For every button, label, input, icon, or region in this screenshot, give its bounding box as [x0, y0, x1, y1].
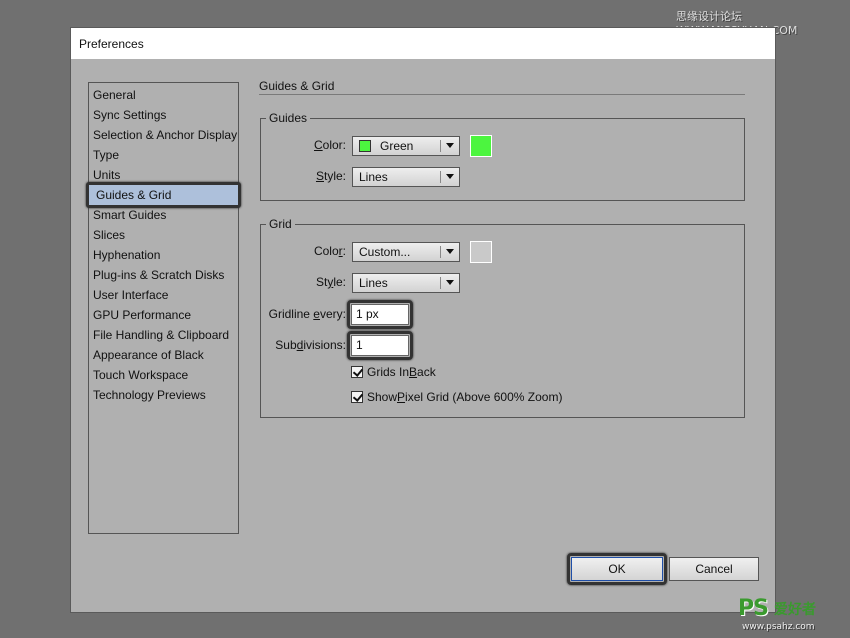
subdivisions-input[interactable]: 1	[351, 335, 409, 356]
label-text: Gridline	[268, 307, 314, 321]
label-text: olor:	[322, 138, 346, 152]
sidebar-item-touch-workspace[interactable]: Touch Workspace	[93, 365, 188, 385]
guides-group: Guides Color: Green Style: Lines	[260, 111, 745, 201]
guides-color-value: Green	[380, 139, 414, 153]
sidebar-item-slices[interactable]: Slices	[93, 225, 125, 245]
grid-color-label: Color:	[314, 244, 346, 258]
guides-legend: Guides	[266, 111, 311, 125]
watermark-bottom: PS 爱好者 www.psahz.com	[738, 596, 846, 636]
sidebar-item-technology-previews[interactable]: Technology Previews	[93, 385, 206, 405]
grids-in-back-checkbox[interactable]	[351, 366, 363, 378]
accel-key: S	[315, 169, 324, 183]
accel-key: e	[313, 307, 320, 321]
sidebar-item-appearance-of-black[interactable]: Appearance of Black	[93, 345, 204, 365]
watermark-logo: PS	[738, 596, 769, 621]
color-chip-icon	[359, 140, 371, 152]
show-pixel-grid-checkbox[interactable]	[351, 391, 363, 403]
sidebar-item-gpu-performance[interactable]: GPU Performance	[93, 305, 191, 325]
label-text: Colo	[313, 244, 339, 258]
preferences-dialog: Preferences General Sync Settings Select…	[70, 27, 776, 613]
grid-legend: Grid	[266, 217, 295, 231]
grid-color-select[interactable]: Custom...	[352, 242, 460, 262]
label-text: le:	[333, 275, 346, 289]
label-text: Sub	[275, 338, 297, 352]
grid-group: Grid Color: Custom... Style: Lines Gridl…	[260, 217, 745, 418]
sidebar-item-plugins-scratch-disks[interactable]: Plug-ins & Scratch Disks	[93, 265, 224, 285]
sidebar-item-general[interactable]: General	[93, 85, 136, 105]
show-pixel-grid-option[interactable]: Show Pixel Grid (Above 600% Zoom)	[351, 390, 562, 404]
sidebar-item-file-handling-clipboard[interactable]: File Handling & Clipboard	[93, 325, 229, 345]
sidebar-item-selection-anchor-display[interactable]: Selection & Anchor Display	[93, 125, 237, 145]
label-text: :	[342, 244, 346, 258]
grid-color-value: Custom...	[359, 245, 411, 259]
guides-color-swatch[interactable]	[470, 135, 492, 157]
label-text: ixel Grid (Above 600% Zoom)	[405, 390, 563, 404]
accel-key: P	[397, 390, 406, 404]
chevron-down-icon	[446, 174, 454, 179]
title-bar[interactable]: Preferences	[71, 28, 775, 59]
ok-button[interactable]: OK	[571, 557, 663, 581]
watermark-cn: 爱好者	[774, 602, 816, 618]
label-text: Show	[367, 390, 398, 404]
select-separator	[440, 246, 441, 258]
select-separator	[440, 277, 441, 289]
section-title: Guides & Grid	[259, 79, 335, 93]
guides-style-value: Lines	[359, 170, 388, 184]
guides-color-select[interactable]: Green	[352, 136, 460, 156]
label-text: very:	[319, 307, 346, 321]
subdivisions-label: Subdivisions:	[275, 338, 346, 352]
chevron-down-icon	[446, 143, 454, 148]
label-text: Grids In	[367, 365, 410, 379]
sidebar-item-smart-guides[interactable]: Smart Guides	[93, 205, 166, 225]
label-text: tyle:	[323, 169, 346, 183]
guides-style-select[interactable]: Lines	[352, 167, 460, 187]
preferences-sidebar: General Sync Settings Selection & Anchor…	[86, 82, 241, 534]
grid-style-value: Lines	[359, 276, 388, 290]
accel-key: C	[313, 138, 323, 152]
gridline-every-label: Gridline every:	[269, 307, 346, 321]
sidebar-item-hyphenation[interactable]: Hyphenation	[93, 245, 160, 265]
sidebar-item-type[interactable]: Type	[93, 145, 119, 165]
grid-color-swatch[interactable]	[470, 241, 492, 263]
guides-color-label: Color:	[314, 138, 346, 152]
section-divider	[259, 94, 745, 95]
label-text: ivisions:	[303, 338, 346, 352]
grids-in-back-option[interactable]: Grids In Back	[351, 365, 436, 379]
chevron-down-icon	[446, 249, 454, 254]
dialog-title: Preferences	[79, 37, 144, 51]
select-separator	[440, 140, 441, 152]
chevron-down-icon	[446, 280, 454, 285]
grid-style-select[interactable]: Lines	[352, 273, 460, 293]
select-separator	[440, 171, 441, 183]
grid-style-label: Style:	[316, 275, 346, 289]
guides-style-label: Style:	[316, 169, 346, 183]
sidebar-item-user-interface[interactable]: User Interface	[93, 285, 168, 305]
sidebar-item-sync-settings[interactable]: Sync Settings	[93, 105, 166, 125]
label-text: ack	[417, 365, 436, 379]
watermark-url: www.psahz.com	[742, 622, 815, 632]
cancel-button[interactable]: Cancel	[669, 557, 759, 581]
label-text: St	[315, 275, 328, 289]
gridline-every-input[interactable]: 1 px	[351, 304, 409, 325]
accel-key: B	[409, 365, 418, 379]
